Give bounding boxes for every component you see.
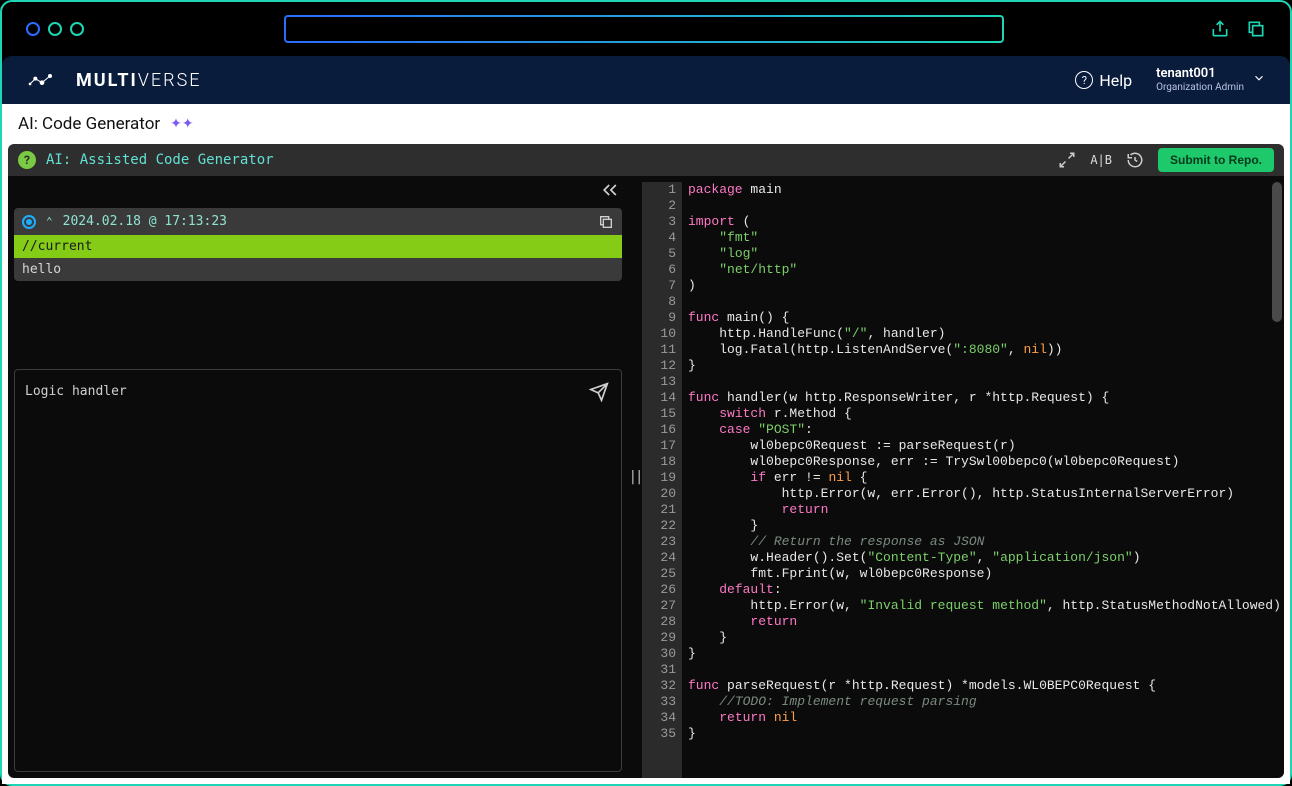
chat-panel: ⌃ 2024.02.18 @ 17:13:23 //current hello	[8, 176, 628, 778]
brand-name: MULTIVERSE	[76, 70, 201, 91]
tool-title: AI: Assisted Code Generator	[46, 152, 274, 168]
code-content[interactable]: package mainimport ( "fmt" "log" "net/ht…	[682, 182, 1284, 778]
scrollbar-thumb[interactable]	[1272, 182, 1282, 322]
user-role: Organization Admin	[1156, 82, 1244, 94]
copy-icon[interactable]	[598, 214, 614, 230]
drag-handle-icon: ||	[629, 469, 642, 485]
window-dot[interactable]	[70, 22, 84, 36]
history-card: ⌃ 2024.02.18 @ 17:13:23 //current hello	[14, 208, 622, 281]
history-row-current[interactable]: //current	[14, 235, 622, 258]
radio-selected-icon[interactable]	[22, 215, 36, 229]
user-menu[interactable]: tenant001 Organization Admin	[1156, 67, 1266, 93]
line-gutter: 1234567891011121314151617181920212223242…	[642, 182, 682, 778]
prompt-box	[14, 369, 622, 772]
user-name: tenant001	[1156, 67, 1216, 82]
ab-compare-button[interactable]: A|B	[1090, 153, 1112, 167]
share-icon[interactable]	[1210, 19, 1230, 39]
prompt-input[interactable]	[25, 384, 576, 399]
history-timestamp: 2024.02.18 @ 17:13:23	[63, 214, 227, 229]
help-button[interactable]: ? Help	[1075, 71, 1132, 90]
panel-resize-handle[interactable]: ||	[628, 176, 642, 778]
sparkle-icon: ✦✦	[170, 116, 193, 132]
window-controls	[26, 22, 84, 36]
window-dot[interactable]	[26, 22, 40, 36]
page-title: AI: Code Generator	[18, 114, 160, 134]
collapse-diagonal-icon[interactable]	[1058, 151, 1076, 169]
history-header[interactable]: ⌃ 2024.02.18 @ 17:13:23	[14, 208, 622, 235]
history-row[interactable]: hello	[14, 258, 622, 281]
submit-repo-button[interactable]: Submit to Repo.	[1158, 148, 1274, 172]
chevron-down-icon	[1252, 71, 1266, 85]
address-bar[interactable]	[284, 15, 1004, 43]
page-title-bar: AI: Code Generator ✦✦	[2, 104, 1290, 144]
help-label: Help	[1099, 71, 1132, 90]
code-editor[interactable]: 1234567891011121314151617181920212223242…	[642, 176, 1284, 778]
chevron-up-icon: ⌃	[46, 215, 53, 228]
collapse-panel-icon[interactable]	[600, 180, 620, 200]
browser-chrome	[2, 2, 1290, 56]
history-icon[interactable]	[1126, 151, 1144, 169]
window-dot[interactable]	[48, 22, 62, 36]
tool-badge-icon: ?	[18, 151, 36, 169]
brand-logo[interactable]: MULTIVERSE	[26, 70, 201, 91]
app-header: MULTIVERSE ? Help tenant001 Organization…	[2, 56, 1290, 104]
send-icon[interactable]	[589, 382, 609, 402]
copy-window-icon[interactable]	[1246, 19, 1266, 39]
tool-header: ? AI: Assisted Code Generator A|B Submit…	[8, 144, 1284, 176]
logo-icon	[26, 71, 66, 89]
help-icon: ?	[1075, 71, 1093, 89]
